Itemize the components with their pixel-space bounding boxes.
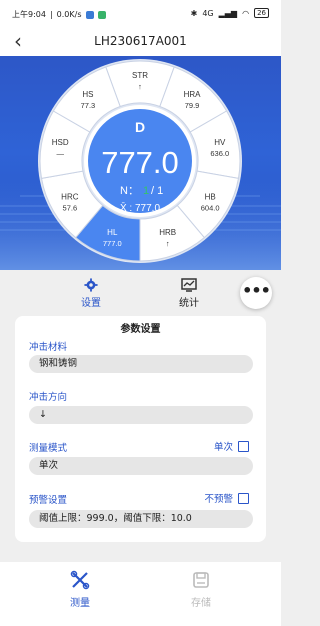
network-type: 4G (202, 8, 214, 18)
average-value: X̄ : 777.0 (120, 201, 160, 214)
alarm-label: 预警设置 (29, 495, 68, 506)
dial-segment-label: HB (205, 193, 216, 202)
dial-segment-value: 604.0 (201, 204, 220, 213)
nav-bar: ‹ LH230617A001 (0, 26, 281, 56)
count-label: N： (120, 185, 139, 197)
battery-icon: 26 (254, 8, 269, 18)
dial-segment-label: HRA (184, 90, 202, 99)
bluetooth-icon: ✱ (190, 8, 198, 18)
dial-segment-value: 636.0 (210, 149, 229, 158)
nav-storage-label: 存储 (191, 598, 211, 609)
alarm-threshold-field[interactable]: 阈值上限：999.0，阈值下限：10.0 (29, 510, 253, 528)
signal-icon: ▂▄▆ (218, 8, 238, 18)
count-total: / 1 (151, 185, 163, 197)
tab-settings[interactable]: 设置 (61, 278, 121, 309)
network-speed: 0.0K/s (56, 10, 82, 19)
dial-segment-label: HRB (159, 228, 176, 237)
mode-select[interactable]: 单次 (29, 457, 253, 475)
material-select[interactable]: 钢和铸钢 (29, 355, 253, 373)
nav-measure-label: 测量 (70, 598, 90, 609)
material-label: 冲击材料 (29, 342, 68, 353)
page-title: LH230617A001 (94, 34, 187, 48)
settings-title: 参数设置 (120, 324, 161, 335)
settings-card: 参数设置 冲击材料 钢和铸钢 冲击方向 ↓ 测量模式 单次 单次 预警设置 不预… (15, 316, 266, 542)
dial-segment-label: HV (214, 138, 226, 147)
direction-select[interactable]: ↓ (29, 406, 253, 424)
single-mode-checkbox[interactable]: 单次 (214, 439, 249, 453)
dial-segment-value: 79.9 (185, 101, 200, 110)
dial-segment-value: 57.6 (63, 204, 78, 213)
status-time: 上午9:04 (12, 10, 46, 19)
app-notification-icon (85, 10, 94, 19)
dial-segment-label: HRC (61, 193, 79, 202)
hardness-scale-label: D (135, 119, 145, 135)
tab-settings-label: 设置 (81, 298, 101, 309)
mode-label: 测量模式 (29, 443, 68, 454)
wifi-icon: ◠ (242, 8, 250, 18)
dial-segment-value: 777.0 (103, 239, 122, 248)
tab-bar: 设置 统计 (0, 270, 281, 316)
nav-storage[interactable]: 存储 (171, 570, 231, 609)
bottom-nav: 测量 存储 (0, 562, 281, 626)
save-icon (193, 572, 209, 588)
dial-segment-label: HL (107, 228, 118, 237)
tab-statistics-label: 统计 (179, 298, 199, 309)
gear-icon (84, 278, 98, 292)
tab-statistics[interactable]: 统计 (159, 278, 219, 309)
checkbox-icon (238, 492, 249, 504)
checkbox-icon (238, 440, 249, 452)
status-bar: 上午9:04 | 0.0K/s ✱ 4G ▂▄▆ ◠ 26 (0, 0, 281, 26)
app-notification-icon-2 (97, 10, 106, 19)
dial-segment-value: ↑ (166, 239, 170, 248)
dial-segment-value: ↑ (138, 82, 142, 91)
measure-icon (70, 570, 90, 590)
count-current: 1 (143, 185, 149, 197)
main-reading: 777.0 (101, 145, 179, 180)
dial-segment-label: HSD (52, 138, 69, 147)
dial-segment-value: — (56, 149, 64, 158)
measurement-dial-panel: STR ↑ HRA 79.9 HV 636.0 HB 604.0 HRB ↑ HL 777.0 HRC 5… (0, 56, 281, 270)
dial-segment-label: STR (132, 71, 148, 80)
direction-label: 冲击方向 (29, 392, 68, 403)
nav-measure[interactable]: 测量 (50, 570, 110, 609)
dial-graphic: STR ↑ HRA 79.9 HV 636.0 HB 604.0 HRB ↑ HL 777.0 HRC 5… (0, 59, 281, 270)
chart-icon (181, 278, 197, 292)
more-button[interactable]: ••• (240, 277, 272, 309)
dial-segment-label: HS (82, 90, 93, 99)
no-alarm-checkbox[interactable]: 不预警 (204, 491, 249, 505)
dial-segment-value: 77.3 (81, 101, 96, 110)
